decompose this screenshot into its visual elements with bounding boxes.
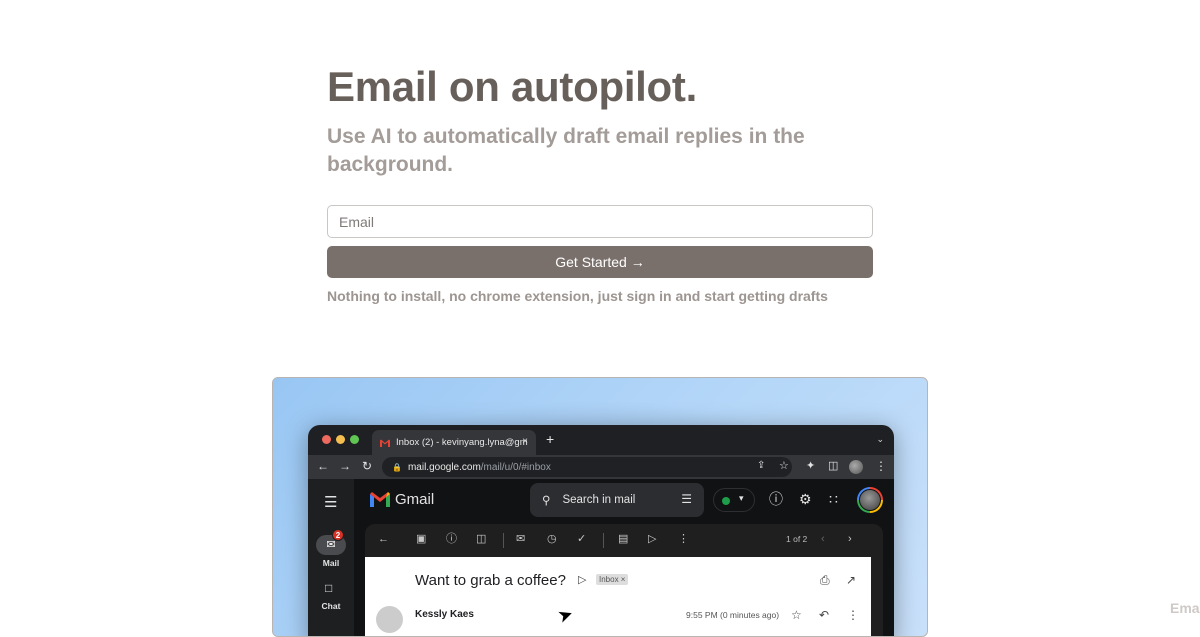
divider — [603, 533, 604, 548]
message-more-icon[interactable]: ⋮ — [847, 608, 859, 622]
extensions-icon[interactable]: ✦ — [806, 459, 815, 473]
status-selector[interactable]: ▾ — [713, 488, 755, 512]
gmail-search-bar[interactable]: ⚲ Search in mail ☰ — [530, 483, 704, 517]
sender-name: Kessly Kaes — [415, 609, 474, 620]
search-icon: ⚲ — [542, 495, 551, 507]
account-avatar[interactable] — [857, 487, 883, 513]
offscreen-text: Ema — [1170, 600, 1200, 616]
nav-label-mail[interactable]: Mail — [308, 558, 354, 568]
hero: Email on autopilot. Use AI to automatica… — [327, 62, 873, 179]
demo-screenshot: Inbox (2) - kevinyang.lyna@gm × + ⌄ ← → … — [272, 377, 928, 637]
tab-close-icon[interactable]: × — [522, 436, 528, 447]
tab-title: Inbox (2) - kevinyang.lyna@gm — [396, 437, 528, 448]
gmail-favicon-icon — [380, 439, 390, 447]
browser-toolbar: ← → ↻ 🔒 mail.google.com /mail/u/0/#inbox… — [308, 455, 894, 479]
newer-chevron-icon[interactable]: ‹ — [821, 533, 825, 546]
open-in-new-window-icon[interactable]: ↗ — [846, 573, 856, 587]
more-icon[interactable]: ⋮ — [875, 459, 887, 473]
email-subject: Want to grab a coffee? — [415, 572, 566, 589]
address-bar[interactable]: 🔒 mail.google.com /mail/u/0/#inbox — [382, 457, 792, 477]
mouse-cursor-icon: ➤ — [554, 603, 576, 628]
bookmark-star-icon[interactable]: ☆ — [779, 459, 789, 473]
search-options-icon[interactable]: ☰ — [681, 492, 692, 506]
lock-icon: 🔒 — [392, 462, 402, 472]
more-actions-icon[interactable]: ⋮ — [678, 533, 689, 546]
sender-avatar — [376, 606, 403, 633]
gmail-wordmark: Gmail — [395, 491, 435, 508]
get-started-button[interactable]: Get Started → — [327, 246, 873, 278]
email-timestamp: 9:55 PM (0 minutes ago) — [686, 610, 780, 620]
apps-grid-icon[interactable]: ∷ — [829, 491, 838, 507]
move-to-icon[interactable]: ▤ — [618, 533, 628, 546]
install-note: Nothing to install, no chrome extension,… — [327, 288, 828, 304]
url-path: /mail/u/0/#inbox — [480, 461, 551, 473]
delete-icon[interactable]: ◫ — [476, 533, 486, 546]
inbox-label-chip[interactable]: Inbox × — [596, 574, 629, 585]
status-active-dot — [722, 497, 730, 505]
profile-avatar[interactable] — [849, 460, 863, 474]
search-placeholder: Search in mail — [562, 494, 636, 506]
forward-icon[interactable]: → — [339, 459, 351, 473]
label-icon[interactable]: ▷ — [648, 533, 656, 546]
chat-icon[interactable]: □ — [325, 581, 332, 595]
sidepanel-icon[interactable]: ◫ — [828, 459, 838, 473]
page-title: Email on autopilot. — [327, 63, 697, 110]
older-chevron-icon[interactable]: › — [848, 533, 852, 546]
back-icon[interactable]: ← — [317, 459, 329, 473]
minimize-window-dot[interactable] — [336, 435, 345, 444]
star-icon[interactable]: ☆ — [791, 608, 802, 622]
caret-down-icon: ▾ — [739, 493, 744, 503]
back-to-inbox-icon[interactable]: ← — [378, 533, 389, 546]
mail-icon: ✉ — [326, 539, 336, 551]
settings-gear-icon[interactable]: ⚙ — [799, 491, 812, 507]
archive-icon[interactable]: ▣ — [416, 533, 426, 546]
gmail-logo[interactable]: Gmail — [370, 491, 434, 508]
pagination-count: 1 of 2 — [786, 534, 808, 544]
divider — [503, 533, 504, 548]
add-task-icon[interactable]: ✓ — [577, 533, 586, 546]
tab-bar: Inbox (2) - kevinyang.lyna@gm × + ⌄ — [308, 425, 894, 455]
importance-marker-icon[interactable]: ▷ — [578, 573, 586, 586]
help-icon[interactable]: ⓘ — [769, 491, 783, 507]
tab-search-chevron-icon[interactable]: ⌄ — [876, 434, 884, 445]
nav-label-chat[interactable]: Chat — [308, 601, 354, 611]
new-tab-button[interactable]: + — [546, 431, 554, 447]
browser-window: Inbox (2) - kevinyang.lyna@gm × + ⌄ ← → … — [308, 425, 894, 636]
maximize-window-dot[interactable] — [350, 435, 359, 444]
gmail-app: ☰ ✉ 2 Mail □ Chat Gmail ⚲ Search in mail — [308, 479, 894, 636]
mark-unread-icon[interactable]: ✉ — [516, 533, 525, 546]
message-action-bar: ← ▣ ⓘ ◫ ✉ ◷ ✓ ▤ ▷ ⋮ 1 of 2 ‹ › — [365, 524, 883, 557]
email-input[interactable] — [327, 205, 873, 238]
url-host: mail.google.com — [407, 461, 481, 473]
close-window-dot[interactable] — [322, 435, 331, 444]
menu-icon[interactable]: ☰ — [324, 493, 337, 511]
message-panel: ← ▣ ⓘ ◫ ✉ ◷ ✓ ▤ ▷ ⋮ 1 of 2 ‹ › Want to g… — [365, 524, 883, 636]
print-icon[interactable]: ⎙ — [820, 573, 830, 588]
report-spam-icon[interactable]: ⓘ — [446, 533, 457, 546]
gmail-sidebar: ☰ ✉ 2 Mail □ Chat — [308, 479, 354, 636]
message-view: Want to grab a coffee? ▷ Inbox × ⎙ ↗ Kes… — [365, 557, 871, 636]
reload-icon[interactable]: ↻ — [362, 459, 372, 473]
unread-badge: 2 — [332, 529, 344, 541]
reply-icon[interactable]: ↶ — [819, 608, 829, 622]
share-icon[interactable]: ⇪ — [757, 459, 765, 473]
gmail-m-icon — [370, 492, 390, 507]
browser-tab[interactable]: Inbox (2) - kevinyang.lyna@gm × — [372, 430, 536, 455]
snooze-icon[interactable]: ◷ — [547, 533, 557, 546]
page-subtitle: Use AI to automatically draft email repl… — [327, 125, 805, 176]
